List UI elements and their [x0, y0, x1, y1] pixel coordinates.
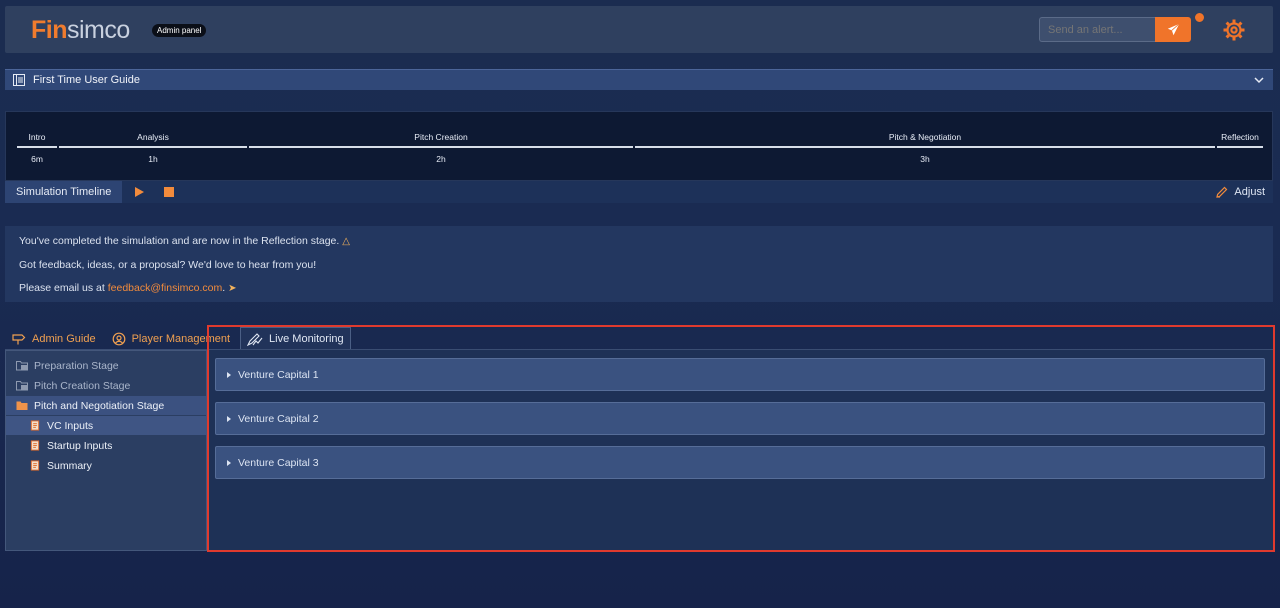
info-line-3: Please email us at feedback@finsimco.com…: [19, 282, 237, 294]
pencil-icon: [1216, 186, 1228, 198]
send-alert-button[interactable]: [1155, 17, 1191, 42]
admin-tabs: Admin Guide Player Management Live Monit…: [5, 327, 355, 350]
timeline-stage: Reflection: [1216, 112, 1264, 182]
finsimco-logo: Finsimco: [31, 16, 130, 44]
tree-item-pitch-creation-stage[interactable]: Pitch Creation Stage: [6, 376, 206, 395]
live-monitoring-panel: Venture Capital 1 Venture Capital 2 Vent…: [207, 350, 1273, 551]
folder-icon: [16, 361, 28, 371]
chevron-down-icon[interactable]: [1253, 74, 1265, 86]
notification-icon[interactable]: [1194, 12, 1205, 23]
caret-right-icon: [227, 415, 231, 422]
play-icon[interactable]: [133, 186, 145, 198]
admin-panel-badge: Admin panel: [152, 24, 207, 37]
tree-item-summary[interactable]: Summary: [6, 456, 206, 475]
caret-right-icon: [227, 459, 231, 466]
accordion-venture-capital-2[interactable]: Venture Capital 2: [215, 402, 1265, 435]
send-alert-input[interactable]: [1039, 17, 1156, 42]
user-gear-icon: [112, 332, 125, 345]
info-line-2: Got feedback, ideas, or a proposal? We'd…: [19, 259, 317, 271]
chart-pen-icon: [247, 332, 263, 346]
tree-item-preparation-stage[interactable]: Preparation Stage: [6, 356, 206, 375]
scroll-icon: [30, 420, 40, 431]
tree-item-pitch-and-negotiation-stage[interactable]: Pitch and Negotiation Stage: [6, 396, 206, 415]
tree-item-startup-inputs[interactable]: Startup Inputs: [6, 436, 206, 455]
document-icon: [13, 74, 25, 86]
first-time-user-guide-bar[interactable]: First Time User Guide: [5, 69, 1273, 90]
paper-plane-icon: [1167, 23, 1179, 36]
tab-admin-guide[interactable]: Admin Guide: [5, 327, 102, 350]
folder-icon: [16, 381, 28, 391]
simulation-timeline: Intro 6m Analysis 1h Pitch Creation 2h P…: [5, 111, 1273, 181]
completion-message-panel: You've completed the simulation and are …: [5, 226, 1273, 302]
stage-tree: Preparation Stage Pitch Creation Stage P…: [5, 350, 207, 551]
timeline-stage: Pitch Creation 2h: [248, 112, 634, 182]
timeline-controls: Simulation Timeline Adjust: [5, 181, 1273, 203]
rocket-icon: ➤: [228, 283, 237, 294]
stop-icon[interactable]: [164, 187, 175, 197]
caret-right-icon: [227, 371, 231, 378]
timeline-stage: Pitch & Negotiation 3h: [634, 112, 1216, 182]
tab-player-management[interactable]: Player Management: [106, 327, 236, 350]
accordion-venture-capital-3[interactable]: Venture Capital 3: [215, 446, 1265, 479]
adjust-button[interactable]: Adjust: [1216, 186, 1265, 198]
folder-open-icon: [16, 401, 28, 410]
info-line-1: You've completed the simulation and are …: [19, 235, 350, 247]
top-header: Finsimco Admin panel: [5, 6, 1273, 53]
tab-live-monitoring[interactable]: Live Monitoring: [240, 327, 351, 350]
guide-label: First Time User Guide: [33, 74, 140, 86]
feedback-email-link[interactable]: feedback@finsimco.com: [108, 282, 223, 294]
scroll-icon: [30, 440, 40, 451]
tree-item-vc-inputs[interactable]: VC Inputs: [6, 416, 206, 435]
timeline-stage: Intro 6m: [16, 112, 58, 182]
timeline-title: Simulation Timeline: [5, 181, 123, 203]
timeline-stage: Analysis 1h: [58, 112, 248, 182]
party-popper-icon: △: [342, 236, 350, 247]
signpost-icon: [12, 333, 26, 344]
scroll-icon: [30, 460, 40, 471]
accordion-venture-capital-1[interactable]: Venture Capital 1: [215, 358, 1265, 391]
gear-icon[interactable]: [1222, 18, 1246, 42]
